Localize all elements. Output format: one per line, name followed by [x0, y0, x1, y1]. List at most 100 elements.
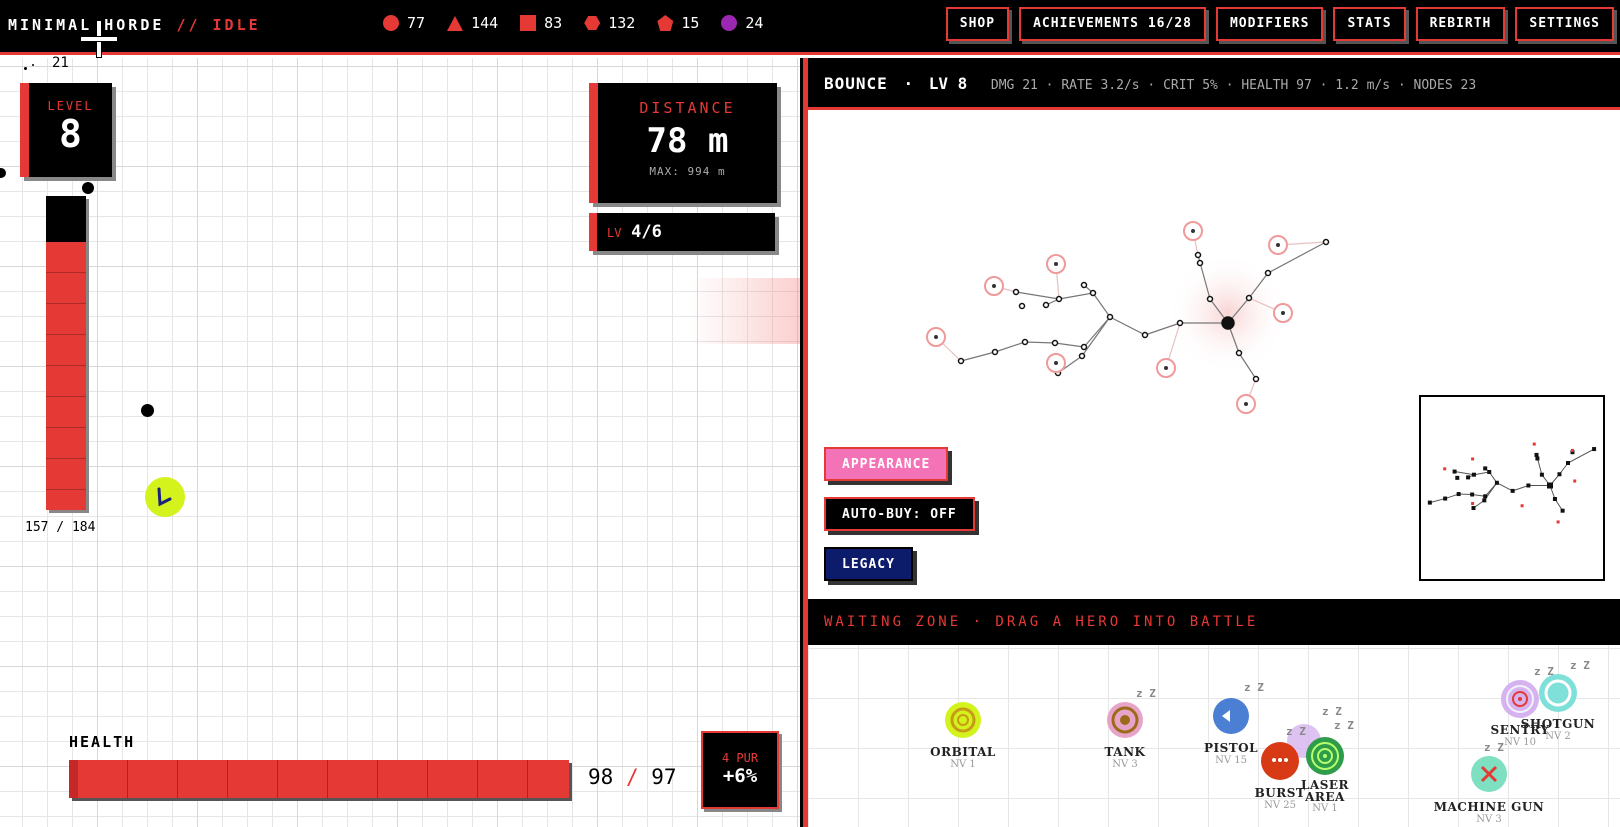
waiting-zone[interactable]: ORBITAL NV 1 z Z TANK NV 3 z Z PISTOL NV 15…	[808, 645, 1620, 827]
legacy-button[interactable]: LEGACY	[824, 547, 913, 581]
skill-node-core	[1054, 361, 1058, 365]
sentry-hero-icon[interactable]	[1500, 679, 1540, 719]
skill-node-owned[interactable]	[1051, 339, 1059, 347]
minimap-node	[1535, 456, 1540, 461]
minimap-node	[1526, 483, 1531, 488]
skill-node-owned[interactable]	[1089, 289, 1097, 297]
minimap-node	[1455, 475, 1460, 480]
xp-text: 157 / 184	[25, 520, 96, 535]
minimap-edge	[1496, 482, 1513, 492]
skill-node-owned[interactable]	[1176, 319, 1184, 327]
laser-hero-icon[interactable]	[1304, 735, 1346, 777]
settings-button[interactable]: SETTINGS	[1515, 7, 1614, 41]
skill-stats: DMG 21 · RATE 3.2/s · CRIT 5% · HEALTH 9…	[990, 78, 1477, 93]
skill-root-node[interactable]	[1221, 316, 1235, 330]
tank-hero-icon[interactable]	[1106, 701, 1144, 739]
resource-pentagon: 15	[657, 14, 699, 32]
skill-tree-edge	[1058, 292, 1094, 300]
purity-bonus[interactable]: 4 PUR +6%	[701, 731, 779, 809]
minimap-node	[1547, 482, 1553, 489]
skill-node-owned[interactable]	[1196, 259, 1204, 267]
skill-node-owned[interactable]	[1194, 251, 1202, 259]
skill-node-core	[1281, 311, 1285, 315]
minimap-node	[1510, 488, 1515, 493]
distance-label: DISTANCE	[639, 99, 736, 117]
pistol-hero-icon[interactable]	[1212, 697, 1250, 735]
hero-burst[interactable]: BURST NV 25	[1220, 786, 1340, 811]
skill-node-owned[interactable]	[1042, 301, 1050, 309]
game-title: MINIMAL HORDE // IDLE	[8, 16, 261, 34]
minimap-node-available	[1443, 467, 1447, 471]
sleep-zzz: z Z	[1570, 659, 1590, 672]
skill-node-owned[interactable]	[1018, 302, 1026, 310]
shop-button[interactable]: SHOP	[945, 7, 1010, 41]
skill-node-core	[1164, 366, 1168, 370]
skill-node-core	[1191, 229, 1195, 233]
enemy-dot	[24, 67, 27, 70]
hero-machine-gun[interactable]: MACHINE GUN NV 3	[1429, 800, 1549, 825]
skill-tree-minimap[interactable]	[1417, 395, 1605, 581]
skill-tree[interactable]: APPEARANCE AUTO-BUY: OFF LEGACY	[808, 113, 1620, 596]
minimap-node	[1466, 475, 1471, 480]
achievements-button[interactable]: ACHIEVEMENTS 16/28	[1019, 7, 1206, 41]
health-value: 98 / 97	[588, 765, 677, 789]
skill-node-owned[interactable]	[1021, 338, 1029, 346]
game-state: IDLE	[212, 16, 261, 34]
skill-node-owned[interactable]	[1012, 288, 1020, 296]
resource-hexagon: 132	[584, 14, 635, 32]
sleep-zzz: z Z	[1244, 681, 1264, 694]
skill-node-owned[interactable]	[1141, 331, 1149, 339]
minimap-node	[1427, 500, 1432, 505]
burst-hero-icon[interactable]	[1260, 741, 1300, 781]
skill-node-owned[interactable]	[1106, 313, 1114, 321]
skill-node-owned[interactable]	[1264, 269, 1272, 277]
skill-node-owned[interactable]	[1235, 349, 1243, 357]
enemy-count: 21	[52, 55, 69, 71]
machine-gun-hero-icon[interactable]	[1470, 755, 1508, 793]
minimap-node	[1456, 492, 1461, 497]
shotgun-hero-icon[interactable]	[1538, 673, 1578, 713]
resource-bar: 77 144 83 132 15 24	[383, 14, 785, 32]
skill-node-owned[interactable]	[957, 357, 965, 365]
orbital-hero-icon[interactable]	[944, 701, 982, 739]
minimap-edge	[1473, 471, 1490, 476]
appearance-button[interactable]: APPEARANCE	[824, 447, 949, 481]
skill-tree-edge	[1015, 291, 1060, 300]
skill-node-owned[interactable]	[1245, 294, 1253, 302]
skill-node-owned[interactable]	[1252, 375, 1260, 383]
modifiers-button[interactable]: MODIFIERS	[1215, 7, 1324, 41]
minimap-node	[1443, 496, 1448, 501]
auto-buy-toggle[interactable]: AUTO-BUY: OFF	[824, 497, 975, 531]
skill-node-owned[interactable]	[991, 348, 999, 356]
minimap-node	[1487, 470, 1492, 474]
skill-node-owned[interactable]	[1080, 281, 1088, 289]
hero-shotgun[interactable]: SHOTGUN NV 2	[1498, 717, 1618, 742]
skill-level: LV 8	[928, 74, 968, 93]
enemy-dot	[141, 404, 154, 417]
skill-node-owned[interactable]	[1206, 295, 1214, 303]
minimap-node	[1452, 469, 1457, 474]
sleep-zzz: z Z	[1334, 719, 1354, 732]
skill-node-owned[interactable]	[1080, 343, 1088, 351]
rebirth-button[interactable]: REBIRTH	[1415, 7, 1506, 41]
minimap-node	[1470, 492, 1475, 497]
minimap-node	[1482, 498, 1487, 503]
skill-node-owned[interactable]	[1322, 238, 1330, 246]
hero-tank[interactable]: TANK NV 3	[1065, 745, 1185, 770]
hero-orbital[interactable]: ORBITAL NV 1	[903, 745, 1023, 770]
minimap-edge	[1444, 493, 1459, 500]
minimap-node	[1557, 472, 1562, 477]
skill-node-owned[interactable]	[1078, 352, 1086, 360]
minimap-node-available	[1571, 448, 1574, 452]
skill-node-owned[interactable]	[1055, 295, 1063, 303]
skill-sep: ·	[903, 74, 914, 93]
panel-divider[interactable]	[800, 58, 808, 827]
resource-circle: 77	[383, 14, 425, 32]
purity-value: +6%	[722, 765, 758, 787]
minimap-node	[1592, 447, 1597, 452]
player-hero[interactable]	[145, 477, 185, 517]
minimap-node-available	[1532, 442, 1536, 446]
stats-button[interactable]: STATS	[1333, 7, 1406, 41]
wave-level-value: 4/6	[631, 222, 662, 242]
main-nav: SHOP ACHIEVEMENTS 16/28 MODIFIERS STATS …	[936, 7, 1614, 41]
